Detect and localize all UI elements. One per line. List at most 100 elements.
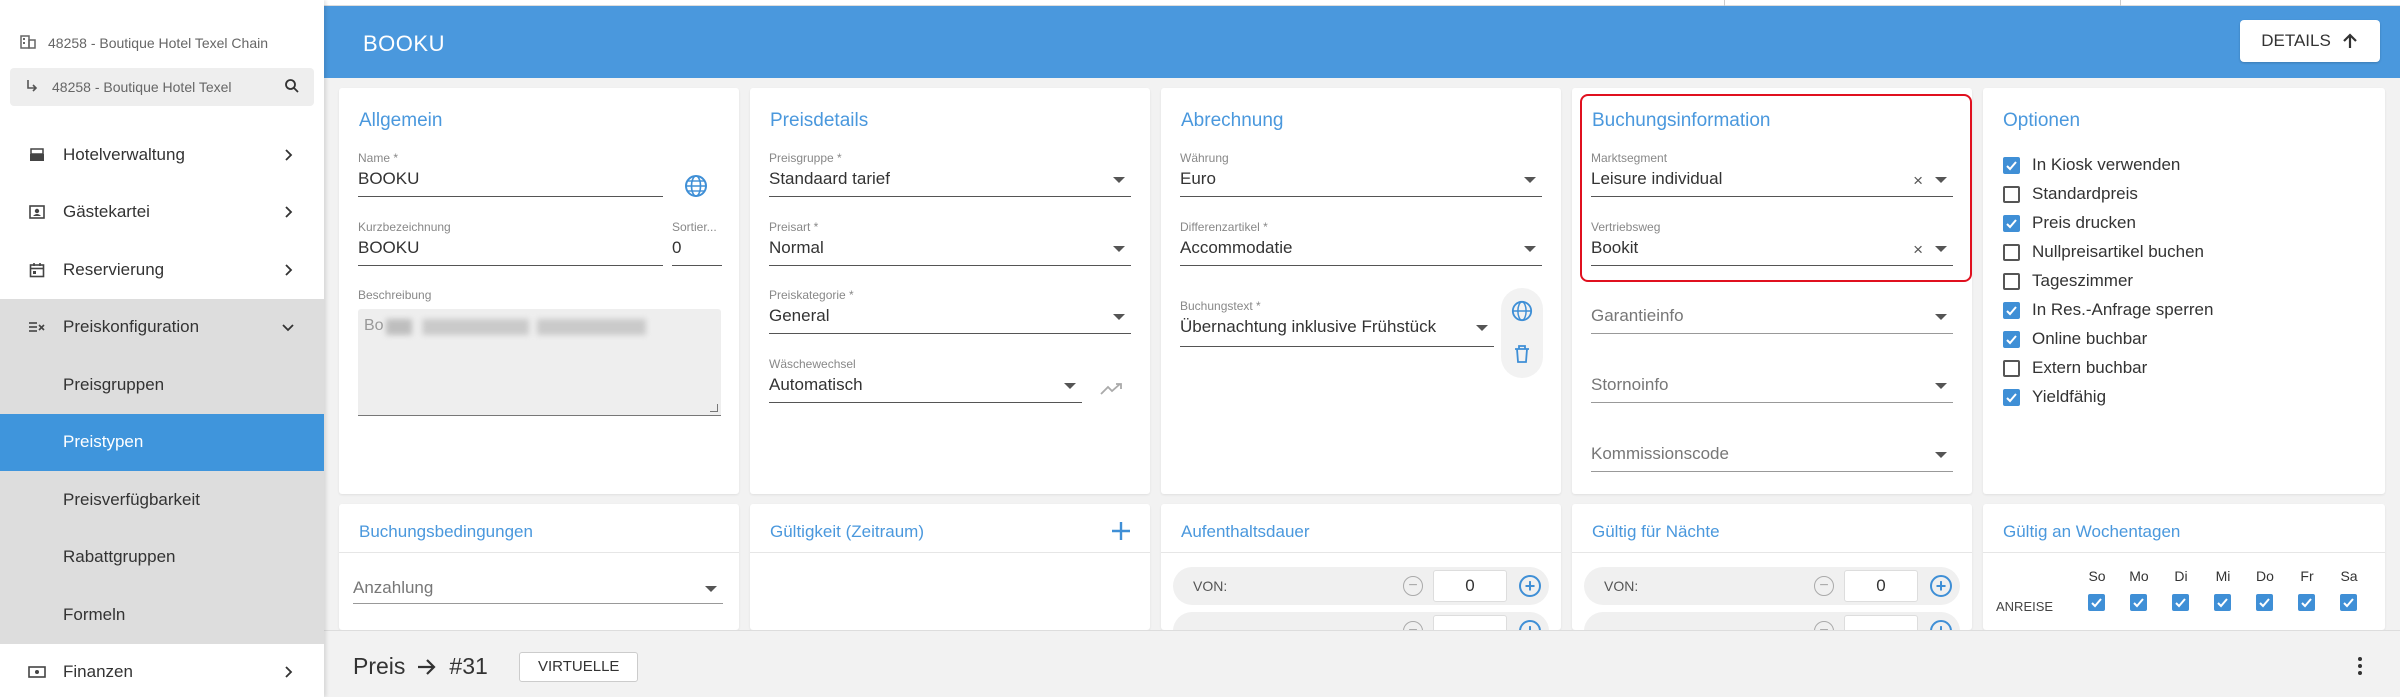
field-underline: [672, 265, 722, 266]
option-checkbox-row[interactable]: Tageszimmer: [2003, 270, 2133, 292]
weekday-checkbox[interactable]: [2088, 594, 2105, 611]
field-underline: [769, 333, 1131, 334]
sidebar-item-formeln[interactable]: Formeln: [0, 586, 324, 644]
checkbox-checked[interactable]: [2003, 301, 2020, 319]
option-checkbox-row[interactable]: Preis drucken: [2003, 212, 2136, 234]
checkbox-unchecked[interactable]: [2003, 185, 2020, 203]
preisgruppe-select[interactable]: Preisgruppe * Standaard tarief: [769, 151, 1131, 197]
option-checkbox-row[interactable]: In Kiosk verwenden: [2003, 154, 2180, 176]
globe-icon[interactable]: [684, 174, 708, 203]
resize-handle[interactable]: [710, 404, 718, 412]
checkbox-checked[interactable]: [2003, 330, 2020, 348]
card-abrechnung: Abrechnung Währung Euro Differenzartikel…: [1161, 88, 1561, 494]
dropdown-arrow-icon: [1524, 177, 1536, 183]
checkbox-unchecked[interactable]: [2003, 243, 2020, 261]
delete-icon[interactable]: [1513, 344, 1531, 369]
buchungstext-select[interactable]: Buchungstext * Übernachtung inklusive Fr…: [1180, 299, 1494, 347]
option-checkbox-row[interactable]: Nullpreisartikel buchen: [2003, 241, 2204, 263]
option-label: Preis drucken: [2032, 213, 2136, 232]
hotel-selector[interactable]: 48258 - Boutique Hotel Texel: [10, 68, 314, 106]
beschreibung-textarea[interactable]: Bo: [358, 309, 721, 416]
waeschewechsel-select[interactable]: Wäschewechsel Automatisch: [769, 357, 1082, 403]
waehrung-select[interactable]: Währung Euro: [1180, 151, 1542, 197]
option-checkbox-row[interactable]: Online buchbar: [2003, 328, 2147, 350]
checkbox-unchecked[interactable]: [2003, 359, 2020, 377]
sidebar-item-preiskonfiguration[interactable]: Preiskonfiguration: [0, 298, 324, 356]
weekday-checkbox[interactable]: [2340, 594, 2357, 611]
minus-icon[interactable]: −: [1814, 621, 1834, 630]
garantieinfo-select[interactable]: Garantieinfo: [1591, 288, 1953, 334]
checkbox-checked[interactable]: [2003, 388, 2020, 406]
minus-icon[interactable]: −: [1403, 621, 1423, 630]
sidebar-item-label: Rabattgruppen: [63, 547, 176, 567]
von-input[interactable]: 0: [1844, 570, 1918, 602]
kommissionscode-select[interactable]: Kommissionscode: [1591, 426, 1953, 472]
sidebar-item-gaestekartei[interactable]: Gästekartei: [0, 184, 324, 242]
blurred-text: [386, 319, 646, 335]
weekday-header: Do: [2256, 568, 2274, 584]
sidebar-item-rabattgruppen[interactable]: Rabattgruppen: [0, 528, 324, 586]
plus-icon[interactable]: +: [1930, 620, 1952, 630]
sidebar-item-label: Preisgruppen: [63, 374, 165, 394]
checkbox-checked[interactable]: [2003, 214, 2020, 232]
naechte-von-row: VON: − 0 +: [1584, 567, 1960, 605]
sidebar-item-preistypen[interactable]: Preistypen: [0, 413, 324, 471]
preiskategorie-select[interactable]: Preiskategorie * General: [769, 288, 1131, 334]
name-field[interactable]: Name * BOOKU: [358, 151, 663, 197]
weekday-checkbox[interactable]: [2172, 594, 2189, 611]
hotel-chain[interactable]: 48258 - Boutique Hotel Texel Chain: [20, 34, 268, 52]
plus-icon[interactable]: +: [1519, 620, 1541, 630]
kurzbezeichnung-field[interactable]: Kurzbezeichnung BOOKU: [358, 220, 663, 266]
field-value: Automatisch: [769, 375, 863, 394]
card-title: Gültig an Wochentagen: [2003, 522, 2181, 541]
anzahlung-select[interactable]: Anzahlung: [353, 560, 723, 604]
sidebar-item-finanzen[interactable]: Finanzen: [0, 644, 324, 697]
option-checkbox-row[interactable]: Standardpreis: [2003, 183, 2138, 205]
globe-icon[interactable]: [1511, 300, 1533, 327]
field-underline: [769, 196, 1131, 197]
bis-input[interactable]: [1844, 615, 1918, 630]
sidebar-item-preisgruppen[interactable]: Preisgruppen: [0, 356, 324, 414]
field-underline: [1591, 333, 1953, 334]
checkbox-checked[interactable]: [2003, 156, 2020, 174]
beschreibung-label-wrap: Beschreibung: [358, 288, 658, 302]
plus-icon[interactable]: +: [1930, 575, 1952, 597]
weekday-header: Fr: [2300, 568, 2314, 584]
preis-label: Preis: [353, 653, 406, 679]
option-checkbox-row[interactable]: In Res.-Anfrage sperren: [2003, 299, 2213, 321]
checkbox-unchecked[interactable]: [2003, 272, 2020, 290]
trending-icon[interactable]: [1100, 382, 1124, 401]
stornoinfo-select[interactable]: Stornoinfo: [1591, 357, 1953, 403]
bis-input[interactable]: [1433, 615, 1507, 630]
search-icon[interactable]: [284, 78, 300, 97]
minus-icon[interactable]: −: [1403, 576, 1423, 596]
dropdown-arrow-icon: [1064, 383, 1076, 389]
von-input[interactable]: 0: [1433, 570, 1507, 602]
weekday-checkbox[interactable]: [2130, 594, 2147, 611]
weekday-checkbox[interactable]: [2256, 594, 2273, 611]
arrow-right-icon: [418, 658, 436, 675]
dropdown-arrow-icon: [1113, 177, 1125, 183]
weekday-checkbox[interactable]: [2214, 594, 2231, 611]
chevron-right-icon: [285, 666, 293, 678]
more-vert-icon[interactable]: [2358, 657, 2364, 678]
card-allgemein: Allgemein Name * BOOKU Kurzbezeichnung B…: [339, 88, 739, 494]
weekday-checkbox[interactable]: [2298, 594, 2315, 611]
minus-icon[interactable]: −: [1814, 576, 1834, 596]
option-checkbox-row[interactable]: Extern buchbar: [2003, 357, 2147, 379]
field-underline: [1180, 265, 1542, 266]
dropdown-arrow-icon: [1935, 452, 1947, 458]
option-checkbox-row[interactable]: Yieldfähig: [2003, 386, 2106, 408]
sidebar-item-reservierung[interactable]: Reservierung: [0, 241, 324, 299]
sidebar-item-hotelverwaltung[interactable]: Hotelverwaltung: [0, 126, 324, 184]
differenzartikel-select[interactable]: Differenzartikel * Accommodatie: [1180, 220, 1542, 266]
sidebar-item-preisverfuegbarkeit[interactable]: Preisverfügbarkeit: [0, 471, 324, 529]
details-button[interactable]: DETAILS: [2240, 20, 2380, 62]
virtuelle-button[interactable]: VIRTUELLE: [519, 652, 639, 682]
sortierung-field[interactable]: Sortier... 0: [672, 220, 722, 266]
field-label: Differenzartikel *: [1180, 220, 1268, 234]
option-label: Tageszimmer: [2032, 271, 2134, 290]
preisart-select[interactable]: Preisart * Normal: [769, 220, 1131, 266]
plus-icon[interactable]: +: [1519, 575, 1541, 597]
add-icon[interactable]: [1110, 520, 1132, 547]
